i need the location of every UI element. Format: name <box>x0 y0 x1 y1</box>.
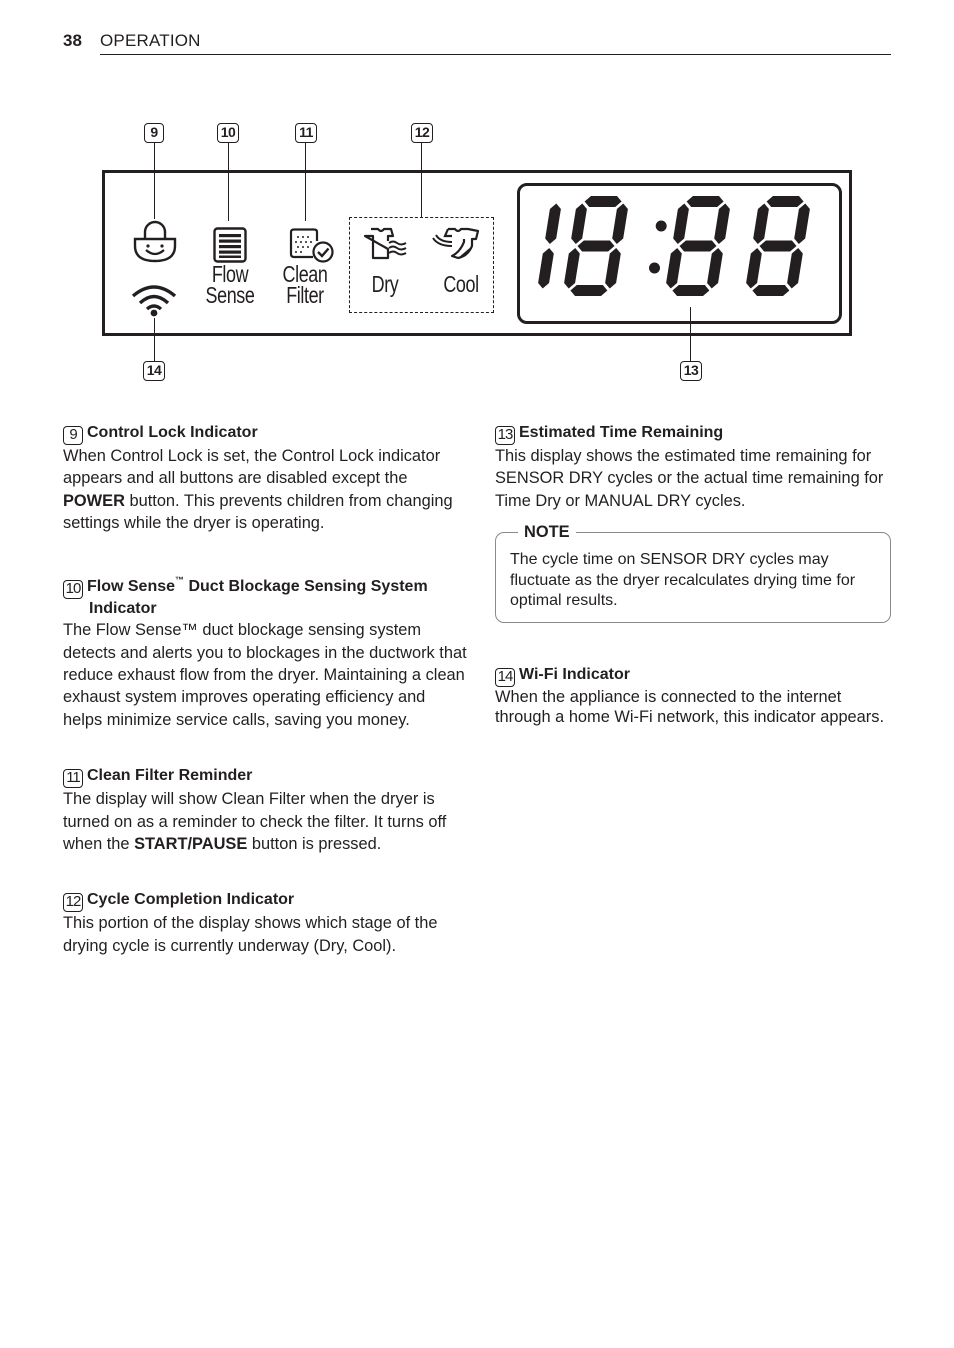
item-title: Wi-Fi Indicator <box>519 665 630 683</box>
segment-e <box>666 248 682 289</box>
item-body: The Flow Sense™ duct blockage sensing sy… <box>63 621 467 729</box>
segment-b <box>794 203 810 244</box>
segment-a <box>584 196 622 207</box>
segment-c <box>538 248 554 289</box>
item-number-badge: 10 <box>63 579 83 599</box>
segment-e <box>746 248 762 289</box>
item-title: Estimated Time Remaining <box>519 424 724 441</box>
note-box: NOTE The cycle time on SENSOR DRY cycles… <box>495 521 891 623</box>
segment-c <box>787 248 803 289</box>
flow-label-line2: Sense <box>205 282 255 308</box>
callout-11: 11 <box>295 123 317 143</box>
shirt-cool-icon <box>432 227 480 260</box>
item-title: Cycle Completion Indicator <box>87 891 295 909</box>
bold-term: START/PAUSE <box>134 834 248 853</box>
segment-e <box>564 248 580 289</box>
bold-term: POWER <box>63 491 125 510</box>
item-body: When the appliance is connected to the i… <box>495 687 884 727</box>
dry-label: Dry <box>371 271 399 297</box>
item-cycle-completion: 12 Cycle Completion Indicator This portio… <box>63 890 468 957</box>
note-label: NOTE <box>518 521 576 544</box>
segment-d <box>752 285 790 296</box>
callout-12: 12 <box>411 123 433 143</box>
segment-b <box>612 203 628 244</box>
item-number-badge: 11 <box>63 769 83 789</box>
colon-dot-1 <box>655 220 667 232</box>
colon-dot-2 <box>649 262 660 274</box>
callout-9: 9 <box>144 123 164 143</box>
digit-0 <box>538 203 561 289</box>
digit-2 <box>666 196 730 296</box>
segment-c <box>707 248 723 289</box>
clean-filter-label: Clean Filter <box>278 263 333 308</box>
clean-label-line2: Filter <box>286 282 324 308</box>
segment-g <box>679 240 717 252</box>
segment-f <box>673 203 689 244</box>
lock-smiley-icon <box>133 220 177 263</box>
segment-c <box>605 248 621 289</box>
segment-b <box>545 203 561 244</box>
control-panel-diagram: 9 10 11 12 14 13 Flow Sense Clean Filter… <box>0 0 954 400</box>
callout-14: 14 <box>143 361 165 381</box>
item-number-badge: 13 <box>495 426 515 445</box>
item-title: Flow Sense™ Duct Blockage Sensing System <box>87 574 428 595</box>
callout-13: 13 <box>680 361 702 381</box>
cool-label: Cool <box>443 271 479 297</box>
item-wifi: 14 Wi-Fi Indicator When the appliance is … <box>495 665 895 728</box>
item-clean-filter: 11 Clean Filter Reminder The display will… <box>63 766 468 855</box>
segment-g <box>759 240 797 252</box>
item-number-badge: 9 <box>63 426 83 445</box>
shirt-dry-icon <box>363 227 407 260</box>
note-text: The cycle time on SENSOR DRY cycles may … <box>510 551 856 610</box>
flow-sense-label: Flow Sense <box>203 263 256 308</box>
segment-d <box>672 285 710 296</box>
flow-sense-icon <box>213 227 247 263</box>
segment-g <box>577 240 615 252</box>
item-title-line2: Indicator <box>89 599 157 617</box>
segment-a <box>686 196 724 207</box>
item-body: When Control Lock is set, the Control Lo… <box>63 447 453 533</box>
segment-a <box>766 196 804 207</box>
item-body: The display will show Clean Filter when … <box>63 790 447 853</box>
right-column: 13 Estimated Time Remaining This display … <box>495 423 895 728</box>
clean-filter-icon <box>289 228 334 263</box>
seven-segment-readout <box>538 196 810 296</box>
digit-3 <box>746 196 810 296</box>
item-body: This display shows the estimated time re… <box>495 447 884 510</box>
item-control-lock: 9 Control Lock Indicator When Control Loc… <box>63 423 468 535</box>
item-number-badge: 14 <box>495 667 515 687</box>
segment-b <box>714 203 730 244</box>
digit-1 <box>564 196 628 296</box>
segment-d <box>570 285 608 296</box>
segment-f <box>753 203 769 244</box>
left-column: 9 Control Lock Indicator When Control Loc… <box>63 423 468 957</box>
wifi-icon <box>131 285 177 317</box>
callout-10: 10 <box>217 123 239 143</box>
item-number-badge: 12 <box>63 893 83 913</box>
item-title: Clean Filter Reminder <box>87 767 253 785</box>
item-body: This portion of the display shows which … <box>63 914 438 955</box>
item-flow-sense: 10 Flow Sense™ Duct Blockage Sensing Syst… <box>63 570 468 732</box>
segment-f <box>571 203 587 244</box>
item-title: Control Lock Indicator <box>87 424 258 441</box>
item-estimated-time: 13 Estimated Time Remaining This display … <box>495 423 895 623</box>
